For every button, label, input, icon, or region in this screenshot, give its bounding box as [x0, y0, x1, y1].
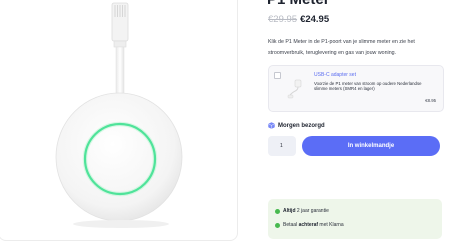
upsell-price: €8.95: [425, 98, 436, 103]
old-price: €29.95: [268, 14, 298, 25]
usp-klarna: Betaal achteraf met Klarna: [275, 221, 344, 229]
check-icon: [275, 208, 280, 214]
product-description: Klik de P1 Meter in de P1-poort van je s…: [268, 39, 415, 56]
product-title: P1 Meter: [267, 0, 330, 9]
usp-warranty-bold: Altijd: [283, 208, 296, 214]
usp-warranty: Altijd 2 jaar garantie: [275, 207, 329, 215]
usp-warranty-text: 2 jaar garantie: [295, 208, 329, 214]
usp-klarna-prefix: Betaal: [283, 222, 299, 228]
product-image-card: [0, 0, 238, 241]
check-icon: [275, 222, 280, 228]
add-to-cart-button[interactable]: In winkelmandje: [302, 136, 440, 156]
upsell-usb-c-adapter[interactable]: USB-C adapter set Voorzie de P1 meter va…: [268, 65, 444, 112]
upsell-title: USB-C adapter set: [314, 72, 356, 78]
p1-meter-product-image: [55, 2, 183, 228]
usp-klarna-text: met Klarna: [318, 222, 344, 228]
usb-c-adapter-thumbnail: [287, 79, 302, 99]
quantity-input[interactable]: 1: [268, 136, 296, 156]
upsell-checkbox[interactable]: [274, 72, 281, 79]
price-row: €29.95 €24.95: [268, 14, 329, 26]
delivery-text: Morgen bezorgd: [278, 122, 325, 129]
usp-klarna-bold: achteraf: [298, 222, 319, 228]
usp-card: Altijd 2 jaar garantie Betaal achteraf m…: [268, 199, 442, 239]
product-page: P1 Meter €29.95€24.95 Klik de P1 Meter i…: [0, 0, 475, 250]
package-icon: [268, 122, 275, 129]
current-price: €24.95: [300, 14, 330, 25]
upsell-description: Voorzie de P1 meter van stroom op oudere…: [314, 81, 422, 91]
delivery-info: Morgen bezorgd: [268, 121, 325, 130]
